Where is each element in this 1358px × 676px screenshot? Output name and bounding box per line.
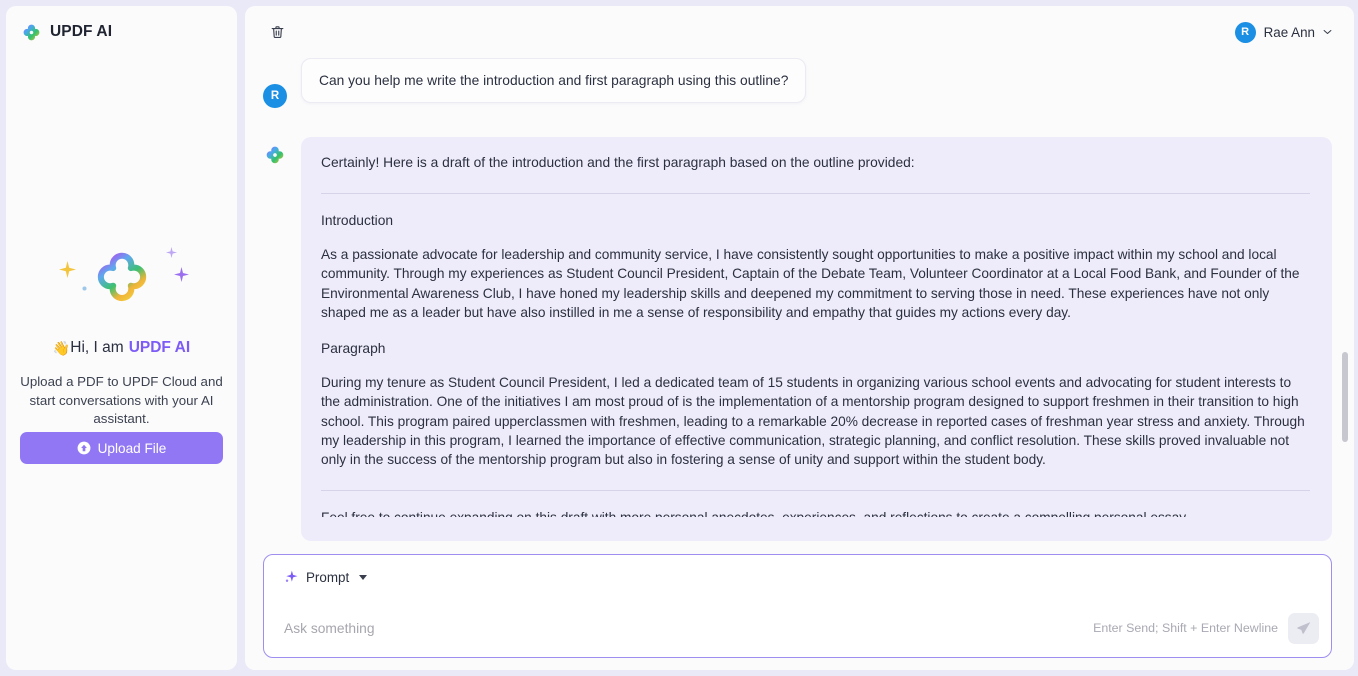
- composer-wrapper: Prompt Enter Send; Shift + Enter Newline: [263, 554, 1332, 658]
- sparkle-icon: [285, 570, 298, 582]
- sparkle-yellow-icon: [58, 261, 76, 279]
- message-ai: Certainly! Here is a draft of the introd…: [263, 137, 1332, 541]
- composer-hint: Enter Send; Shift + Enter Newline: [1093, 621, 1278, 635]
- greeting-brand: UPDF AI: [128, 339, 191, 357]
- ai-message-avatar: [263, 143, 287, 167]
- message-user: R Can you help me write the introduction…: [263, 58, 1332, 108]
- composer-input-row: Enter Send; Shift + Enter Newline: [264, 599, 1331, 657]
- sparkle-dot-blue-icon: [81, 286, 87, 291]
- ai-section-body-paragraph: During my tenure as Student Council Pres…: [321, 375, 1305, 468]
- chat-scrollbar[interactable]: [1342, 62, 1348, 530]
- ai-divider-bottom: [321, 489, 1310, 491]
- chat-scrollbar-thumb[interactable]: [1342, 352, 1348, 443]
- updf-clover-logo-icon: [266, 146, 284, 164]
- composer: Prompt Enter Send; Shift + Enter Newline: [263, 554, 1332, 658]
- trash-icon: [271, 26, 283, 39]
- ai-divider: [321, 193, 1310, 194]
- ai-message-bubble: Certainly! Here is a draft of the introd…: [301, 137, 1332, 541]
- chevron-down-icon: [1323, 29, 1332, 35]
- top-bar: R Rae Ann: [245, 6, 1354, 58]
- user-message-text: Can you help me write the introduction a…: [301, 58, 807, 103]
- avatar: R: [1234, 21, 1256, 43]
- upload-file-label: Upload File: [97, 440, 167, 456]
- sidebar-subtitle: Upload a PDF to UPDF Cloud and start con…: [20, 374, 223, 427]
- ask-input[interactable]: [284, 620, 1084, 636]
- user-name: Rae Ann: [1263, 24, 1315, 40]
- sparkle-small-purple-icon: [165, 247, 177, 259]
- hero-logo-group: [47, 241, 197, 325]
- caret-down-icon: [359, 574, 368, 580]
- sidebar: UPDF AI 👋 Hi, I am UPDF AI Upload a PDF …: [6, 6, 237, 670]
- prompt-selector[interactable]: Prompt: [284, 569, 368, 585]
- greeting-prefix: Hi, I am: [70, 339, 124, 357]
- ai-section-heading-paragraph: Paragraph: [321, 341, 386, 357]
- wave-emoji-icon: 👋: [52, 339, 71, 356]
- app-root: UPDF AI 👋 Hi, I am UPDF AI Upload a PDF …: [0, 0, 1358, 676]
- updf-clover-logo-large-icon: [97, 252, 146, 302]
- composer-toolbar: Prompt: [264, 555, 1331, 599]
- ai-lead-text: Certainly! Here is a draft of the introd…: [321, 155, 915, 170]
- send-plane-icon: [1296, 622, 1310, 634]
- ai-section-heading-introduction: Introduction: [321, 213, 394, 228]
- user-message-avatar: R: [263, 84, 287, 108]
- sidebar-empty-state: 👋 Hi, I am UPDF AI Upload a PDF to UPDF …: [6, 0, 237, 670]
- ai-clipped-line: Feel free to continue expanding on this …: [321, 508, 1310, 517]
- greeting-line: 👋 Hi, I am UPDF AI: [53, 339, 190, 357]
- prompt-label: Prompt: [306, 569, 350, 585]
- delete-conversation-button[interactable]: [263, 18, 291, 46]
- user-menu[interactable]: R Rae Ann: [1234, 21, 1332, 43]
- upload-file-button[interactable]: Upload File: [20, 432, 223, 464]
- upload-circle-arrow-icon: [77, 441, 91, 455]
- main-panel: R Rae Ann R Can you help me write the in…: [245, 6, 1354, 670]
- sparkle-purple-icon: [173, 267, 189, 283]
- ai-section-body-introduction: As a passionate advocate for leadership …: [321, 247, 1300, 320]
- send-button[interactable]: [1288, 612, 1319, 644]
